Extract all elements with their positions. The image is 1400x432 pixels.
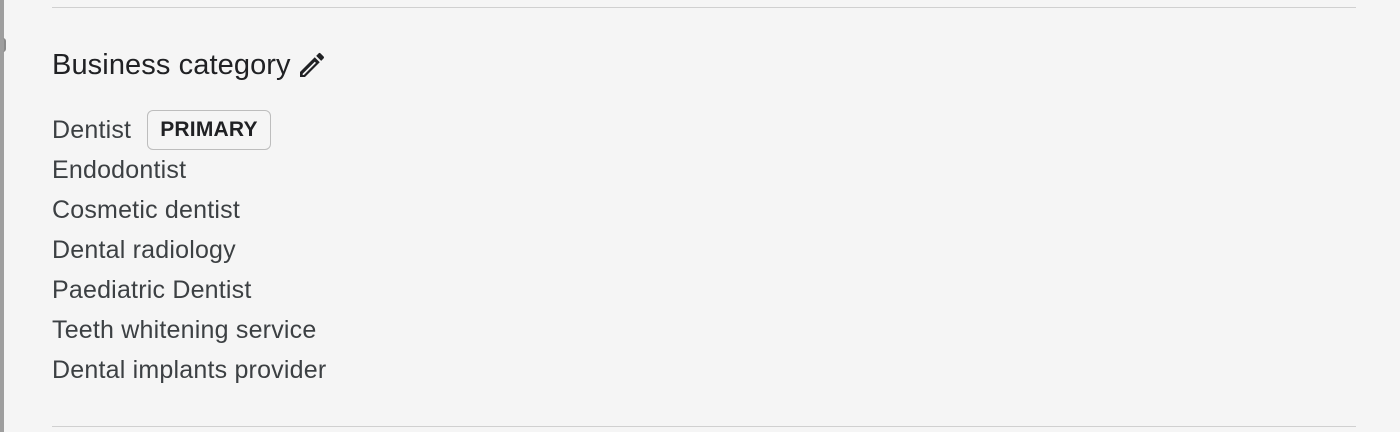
category-label: Paediatric Dentist [52,275,252,304]
category-label: Teeth whitening service [52,315,317,344]
category-item-dental-radiology: Dental radiology [52,230,329,270]
category-item-endodontist: Endodontist [52,150,329,190]
primary-badge: PRIMARY [147,110,271,150]
category-list: Dentist PRIMARY Endodontist Cosmetic den… [52,110,329,390]
category-label: Cosmetic dentist [52,195,240,224]
category-item-teeth-whitening: Teeth whitening service [52,310,329,350]
pencil-icon[interactable] [295,48,329,82]
business-category-section: Business category Dentist PRIMARY Endodo… [52,44,329,390]
section-header: Business category [52,44,329,86]
category-label: Dentist [52,115,132,144]
business-category-panel: Business category Dentist PRIMARY Endodo… [0,0,1400,432]
top-divider [52,7,1356,8]
category-label: Endodontist [52,155,187,184]
bottom-divider [52,426,1356,427]
category-item-paediatric-dentist: Paediatric Dentist [52,270,329,310]
category-item-cosmetic-dentist: Cosmetic dentist [52,190,329,230]
section-title: Business category [52,48,291,81]
category-item-dentist: Dentist PRIMARY [52,110,329,150]
left-panel-edge [0,0,4,432]
left-edge-handle [0,38,6,52]
category-label: Dental implants provider [52,355,327,384]
category-item-dental-implants: Dental implants provider [52,350,329,390]
category-label: Dental radiology [52,235,236,264]
